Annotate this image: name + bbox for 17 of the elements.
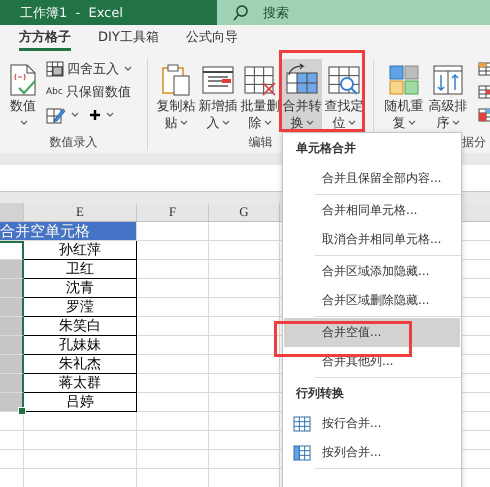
table-cell: 合并空单元格 [0, 222, 137, 241]
table-cell: 朱礼杰 [24, 355, 137, 374]
group-label: 据分 [462, 134, 486, 150]
group-label: 数值录入 [50, 134, 98, 150]
table-cell: 朱笑白 [24, 317, 137, 336]
table-cell: 吕婷 [24, 393, 137, 412]
table-cell: 罗滢 [24, 298, 137, 317]
table-cell: 孔妹妹 [24, 336, 137, 355]
table-cell: 蒋太群 [24, 374, 137, 393]
window-title: 工作簿1 - Excel [20, 4, 124, 22]
table-cell: 沈青 [24, 279, 137, 298]
table-cell: 卫红 [24, 260, 137, 279]
menu-header: 单元格合并 [295, 140, 357, 156]
table-cell: 孙红萍 [24, 241, 137, 260]
group-label: 编辑 [248, 134, 272, 150]
abc-label: Abc [46, 86, 63, 96]
menu-header: 行列转换 [294, 384, 345, 402]
